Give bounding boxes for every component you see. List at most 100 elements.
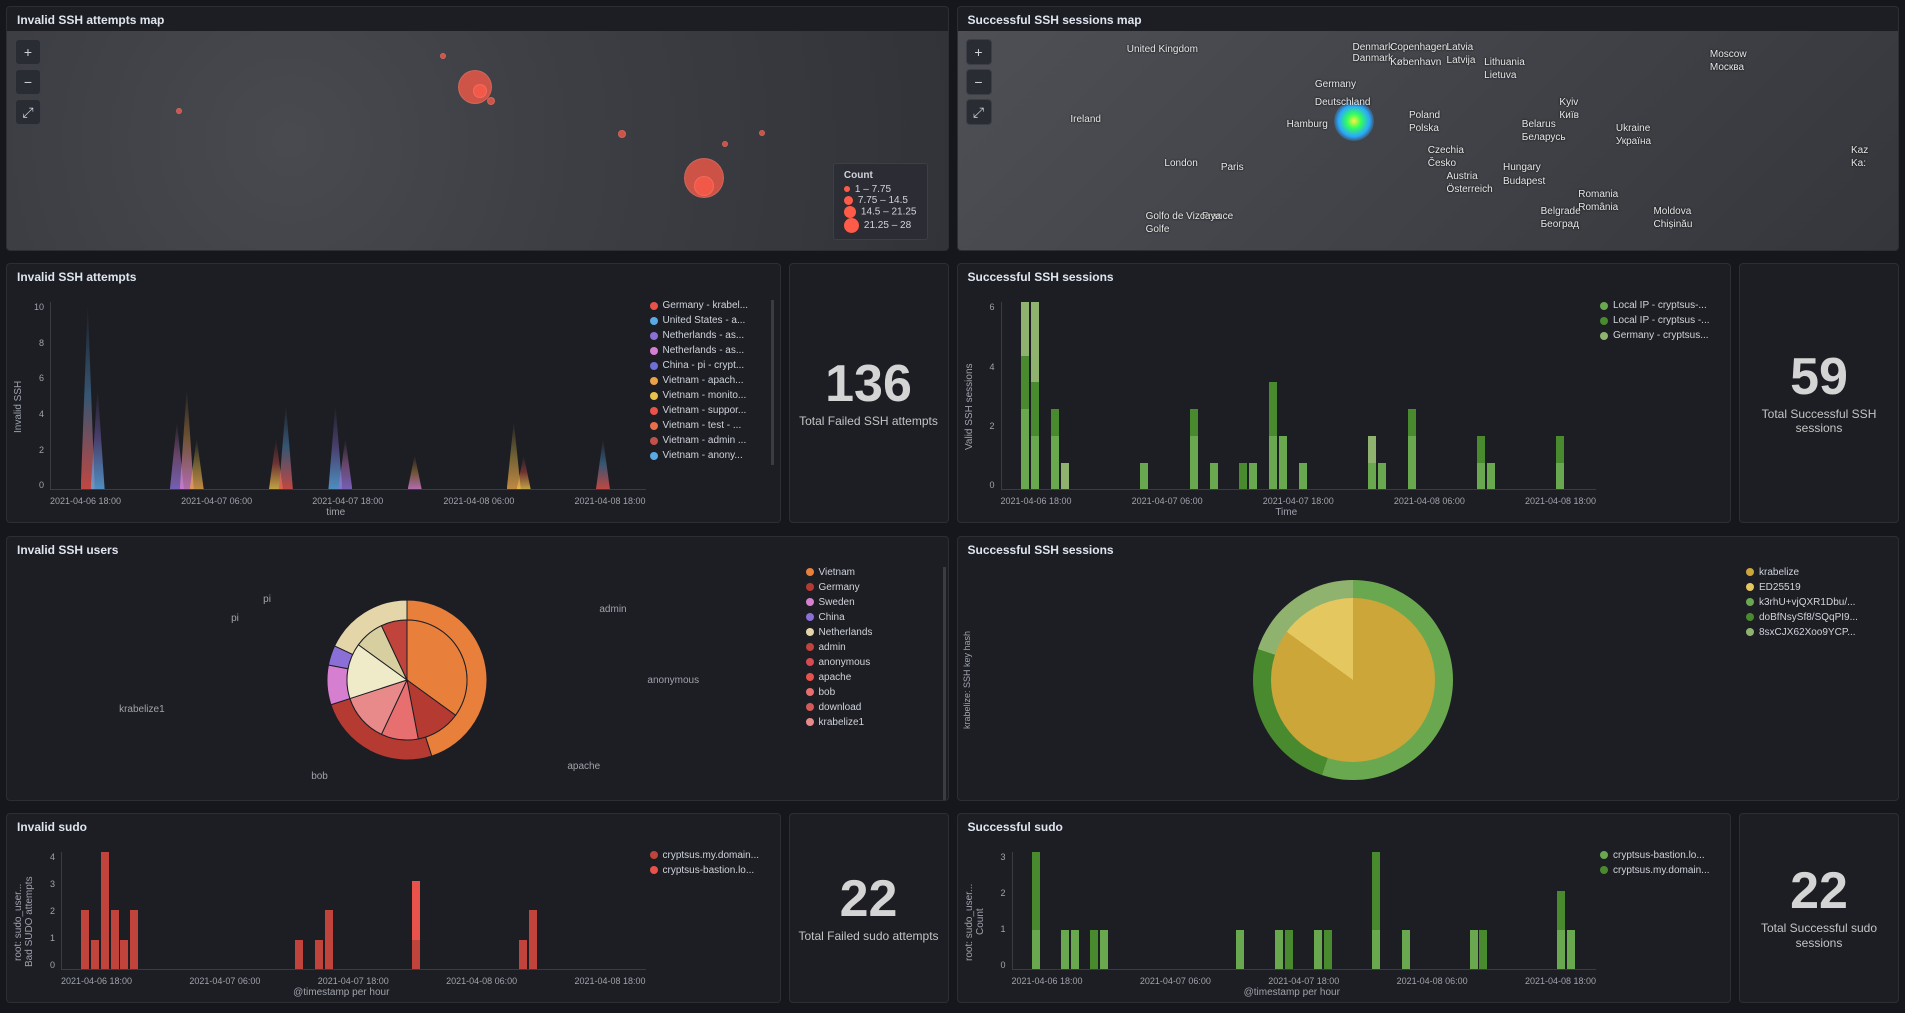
map-bubble[interactable] [722,141,728,147]
legend-item[interactable]: Vietnam - suppor... [650,405,767,416]
legend-item[interactable]: doBfNsySf8/SQqPI9... [1746,612,1896,623]
bar[interactable] [412,881,420,969]
bar[interactable] [1021,302,1029,489]
legend-item[interactable]: download [806,702,939,713]
legend-item[interactable]: krabelize1 [806,717,939,728]
bar[interactable] [1557,891,1565,969]
map-bubble[interactable] [440,53,446,59]
fit-bounds-icon[interactable]: ⤢ [15,99,41,125]
bar-chart[interactable] [1001,302,1597,490]
area-spike[interactable] [180,387,194,489]
bar[interactable] [1314,930,1322,969]
bar[interactable] [1479,930,1487,969]
bar[interactable] [101,852,109,969]
fit-bounds-icon[interactable]: ⤢ [966,99,992,125]
chart-legend[interactable]: cryptsus-bastion.lo... cryptsus.my.domain… [1600,850,1724,880]
bar[interactable] [1477,436,1485,489]
bar[interactable] [315,940,323,969]
pie-chart[interactable] [297,580,517,780]
legend-item[interactable]: Netherlands - as... [650,330,767,341]
bar[interactable] [529,910,537,969]
zoom-out-icon[interactable]: − [966,69,992,95]
legend-item[interactable]: Vietnam [806,567,939,578]
legend-item[interactable]: Vietnam - anony... [650,450,767,461]
bar[interactable] [1100,930,1108,969]
bar[interactable] [1567,930,1575,969]
legend-item[interactable]: krabelize [1746,567,1896,578]
bar[interactable] [1299,463,1307,490]
chart-legend[interactable]: VietnamGermanySwedenChinaNetherlandsadmi… [806,567,946,801]
chart-legend[interactable]: Local IP - cryptsus-... Local IP - crypts… [1600,300,1724,345]
bar[interactable] [1279,436,1287,489]
bar[interactable] [1061,463,1069,490]
legend-item[interactable]: China [806,612,939,623]
bar[interactable] [1051,409,1059,489]
legend-item[interactable]: Germany - krabel... [650,300,767,311]
bar-chart[interactable] [61,852,646,970]
bar[interactable] [1032,852,1040,969]
chart-legend[interactable]: Germany - krabel... United States - a... N… [650,300,774,465]
zoom-out-icon[interactable]: − [15,69,41,95]
bar[interactable] [1140,463,1148,490]
legend-item[interactable]: Vietnam - test - ... [650,420,767,431]
world-map[interactable] [7,31,948,250]
legend-item[interactable]: Local IP - cryptsus-... [1600,300,1724,311]
map-bubble[interactable] [618,130,626,138]
bar[interactable] [91,940,99,969]
bar[interactable] [1031,302,1039,489]
legend-item[interactable]: cryptsus.my.domain... [1600,865,1724,876]
legend-item[interactable]: Germany - cryptsus... [1600,330,1724,341]
bar[interactable] [1285,930,1293,969]
zoom-in-icon[interactable]: + [15,39,41,65]
legend-item[interactable]: China - pi - crypt... [650,360,767,371]
chart-legend[interactable]: krabelize ED25519 k3rhU+vjQXR1Dbu/... doBfN… [1746,567,1896,801]
bar[interactable] [1210,463,1218,490]
bar[interactable] [325,910,333,969]
area-spike[interactable] [338,438,352,489]
bar[interactable] [1372,852,1380,969]
legend-item[interactable]: admin [806,642,939,653]
bar[interactable] [1368,436,1376,489]
bar[interactable] [295,940,303,969]
legend-item[interactable]: Local IP - cryptsus -... [1600,315,1724,326]
area-spike[interactable] [507,421,521,489]
map-bubble[interactable] [176,108,182,114]
bar[interactable] [519,940,527,969]
bar[interactable] [1249,463,1257,490]
bar[interactable] [1239,463,1247,490]
legend-item[interactable]: 8sxCJX62Xoo9YCP... [1746,627,1896,638]
legend-item[interactable]: Sweden [806,597,939,608]
bar[interactable] [1487,463,1495,490]
bar[interactable] [130,910,138,969]
legend-item[interactable]: k3rhU+vjQXR1Dbu/... [1746,597,1896,608]
bar[interactable] [81,910,89,969]
area-chart[interactable] [50,302,646,490]
area-spike[interactable] [408,455,422,489]
area-spike[interactable] [596,438,610,489]
chart-legend[interactable]: cryptsus.my.domain... cryptsus-bastion.lo… [650,850,774,880]
legend-item[interactable]: United States - a... [650,315,767,326]
bar[interactable] [1470,930,1478,969]
bar[interactable] [1324,930,1332,969]
bar[interactable] [1190,409,1198,489]
bar[interactable] [1269,382,1277,489]
legend-item[interactable]: cryptsus.my.domain... [650,850,774,861]
bar[interactable] [111,910,119,969]
map-bubble[interactable] [694,176,714,196]
zoom-in-icon[interactable]: + [966,39,992,65]
legend-item[interactable]: bob [806,687,939,698]
legend-item[interactable]: Germany [806,582,939,593]
map-bubble[interactable] [487,97,495,105]
bar[interactable] [1090,930,1098,969]
bar[interactable] [1408,409,1416,489]
legend-item[interactable]: Vietnam - apach... [650,375,767,386]
donut-chart[interactable] [1253,580,1453,780]
legend-item[interactable]: cryptsus-bastion.lo... [650,865,774,876]
map-bubble[interactable] [473,84,487,98]
bar[interactable] [1071,930,1079,969]
map-bubble[interactable] [759,130,765,136]
legend-item[interactable]: Netherlands - as... [650,345,767,356]
legend-item[interactable]: cryptsus-bastion.lo... [1600,850,1724,861]
legend-item[interactable]: ED25519 [1746,582,1896,593]
legend-item[interactable]: Vietnam - admin ... [650,435,767,446]
